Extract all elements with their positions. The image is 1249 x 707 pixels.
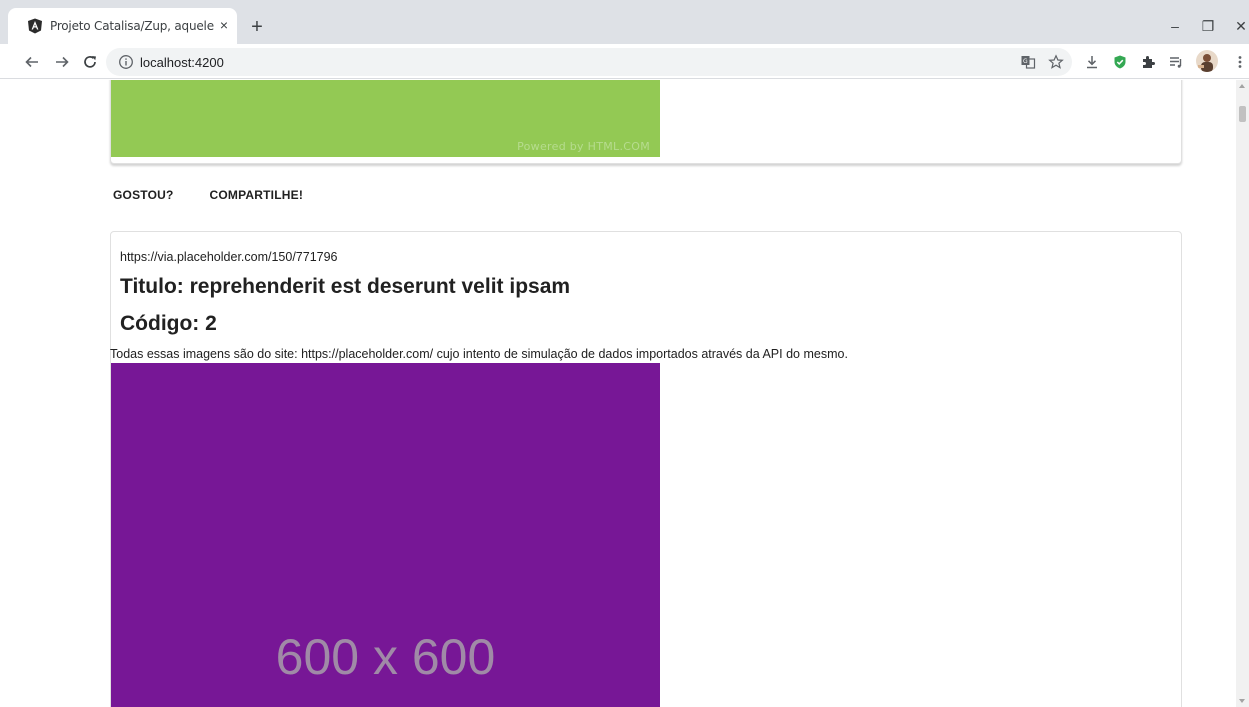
maximize-button[interactable]: ❐	[1193, 16, 1223, 36]
scroll-thumb[interactable]	[1239, 106, 1246, 122]
playlist-icon[interactable]	[1166, 52, 1186, 72]
scroll-up-icon[interactable]	[1239, 84, 1245, 88]
page-viewport: Powered by HTML.COM GOSTOU? COMPARTILHE!…	[0, 80, 1249, 707]
scroll-down-icon[interactable]	[1239, 699, 1245, 703]
star-icon[interactable]	[1047, 53, 1065, 71]
close-window-button[interactable]: ✕	[1226, 16, 1249, 36]
card-actions: GOSTOU? COMPARTILHE!	[110, 184, 336, 206]
tab-strip: Projeto Catalisa/Zup, aquele que × + – ❐…	[0, 0, 1249, 44]
image-dimensions-text: 600 x 600	[275, 629, 496, 685]
info-icon[interactable]	[118, 54, 134, 70]
address-bar[interactable]: localhost:4200 G	[106, 48, 1072, 76]
like-button[interactable]: GOSTOU?	[110, 184, 177, 206]
vertical-scrollbar[interactable]	[1236, 80, 1249, 707]
card-title: Titulo: reprehenderit est deserunt velit…	[120, 275, 571, 298]
tab-close-icon[interactable]: ×	[214, 15, 234, 35]
download-icon[interactable]	[1082, 52, 1102, 72]
card-description: Todas essas imagens são do site: https:/…	[110, 347, 848, 361]
tab-title[interactable]: Projeto Catalisa/Zup, aquele que	[50, 19, 216, 33]
back-icon[interactable]	[21, 51, 43, 73]
reload-icon[interactable]	[79, 51, 101, 73]
card-image: 600 x 600	[111, 363, 660, 707]
menu-icon[interactable]	[1230, 52, 1249, 72]
minimize-button[interactable]: –	[1160, 16, 1190, 36]
powered-by-text: Powered by HTML.COM	[517, 140, 650, 153]
new-tab-button[interactable]: +	[246, 16, 268, 38]
translate-icon[interactable]: G	[1019, 53, 1037, 71]
avatar[interactable]	[1196, 50, 1218, 72]
card-code: Código: 2	[120, 312, 217, 335]
extensions-icon[interactable]	[1138, 52, 1158, 72]
forward-icon[interactable]	[51, 51, 73, 73]
browser-toolbar: localhost:4200 G	[0, 44, 1249, 79]
angular-favicon-icon	[28, 18, 42, 34]
svg-text:G: G	[1023, 58, 1028, 65]
url-text[interactable]: localhost:4200	[140, 55, 224, 70]
previous-card: Powered by HTML.COM	[110, 80, 1182, 164]
share-button[interactable]: COMPARTILHE!	[207, 184, 307, 206]
shield-icon[interactable]	[1110, 52, 1130, 72]
card-image: Powered by HTML.COM	[111, 80, 660, 157]
image-url: https://via.placeholder.com/150/771796	[120, 250, 338, 264]
photo-card: https://via.placeholder.com/150/771796 T…	[110, 231, 1182, 707]
